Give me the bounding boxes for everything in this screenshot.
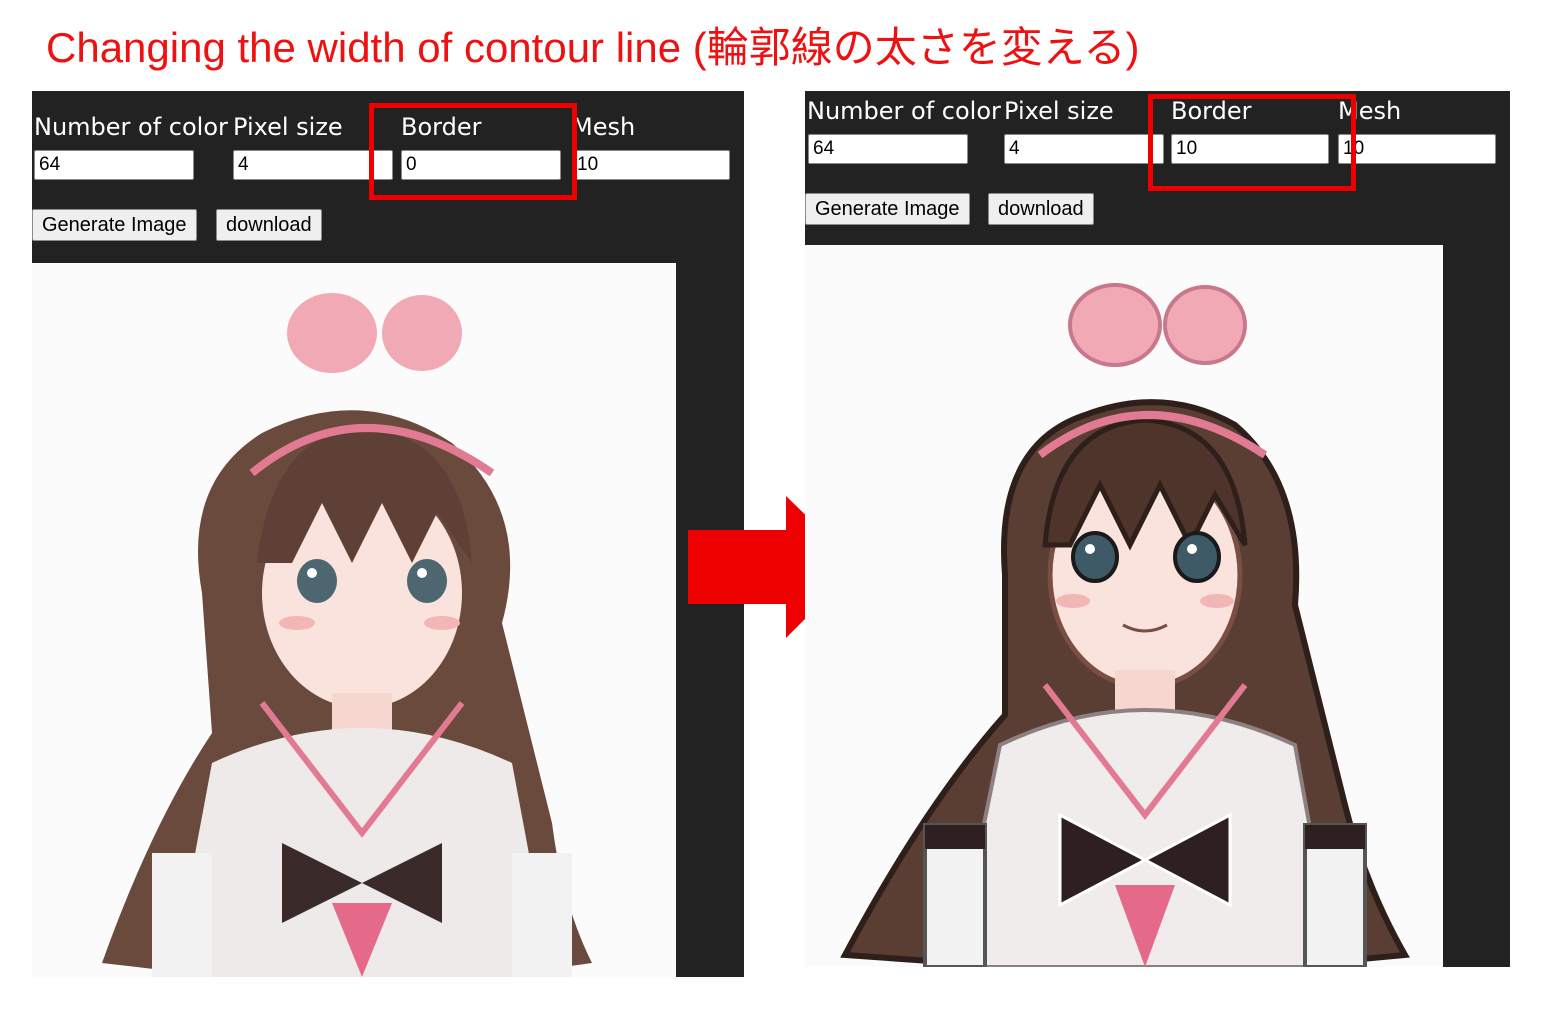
page-title: Changing the width of contour line (輪郭線の… [46, 24, 1140, 71]
generated-image-after [805, 245, 1443, 967]
pixel-art-character-image [102, 293, 592, 977]
pixel-size-input[interactable]: 4 [1004, 134, 1164, 164]
highlight-box [369, 103, 577, 200]
label-number-of-color: Number of color [807, 97, 1001, 125]
highlight-box [1148, 94, 1356, 191]
download-button[interactable]: download [216, 209, 322, 241]
number-of-color-input[interactable]: 64 [34, 150, 194, 180]
label-mesh: Mesh [572, 113, 636, 141]
mesh-input[interactable]: 10 [1338, 134, 1496, 164]
mesh-input[interactable]: 10 [572, 150, 730, 180]
app-window-before: Number of color Pixel size Border Mesh 6… [32, 91, 744, 977]
generated-image-before [32, 263, 676, 977]
generate-image-button[interactable]: Generate Image [32, 209, 197, 241]
download-button[interactable]: download [988, 193, 1094, 225]
label-pixel-size: Pixel size [233, 113, 343, 141]
label-number-of-color: Number of color [34, 113, 228, 141]
app-window-after: Number of color Pixel size Border Mesh 6… [805, 91, 1510, 967]
label-pixel-size: Pixel size [1004, 97, 1114, 125]
generate-image-button[interactable]: Generate Image [805, 193, 970, 225]
pixel-art-character-image [840, 283, 1410, 967]
number-of-color-input[interactable]: 64 [808, 134, 968, 164]
